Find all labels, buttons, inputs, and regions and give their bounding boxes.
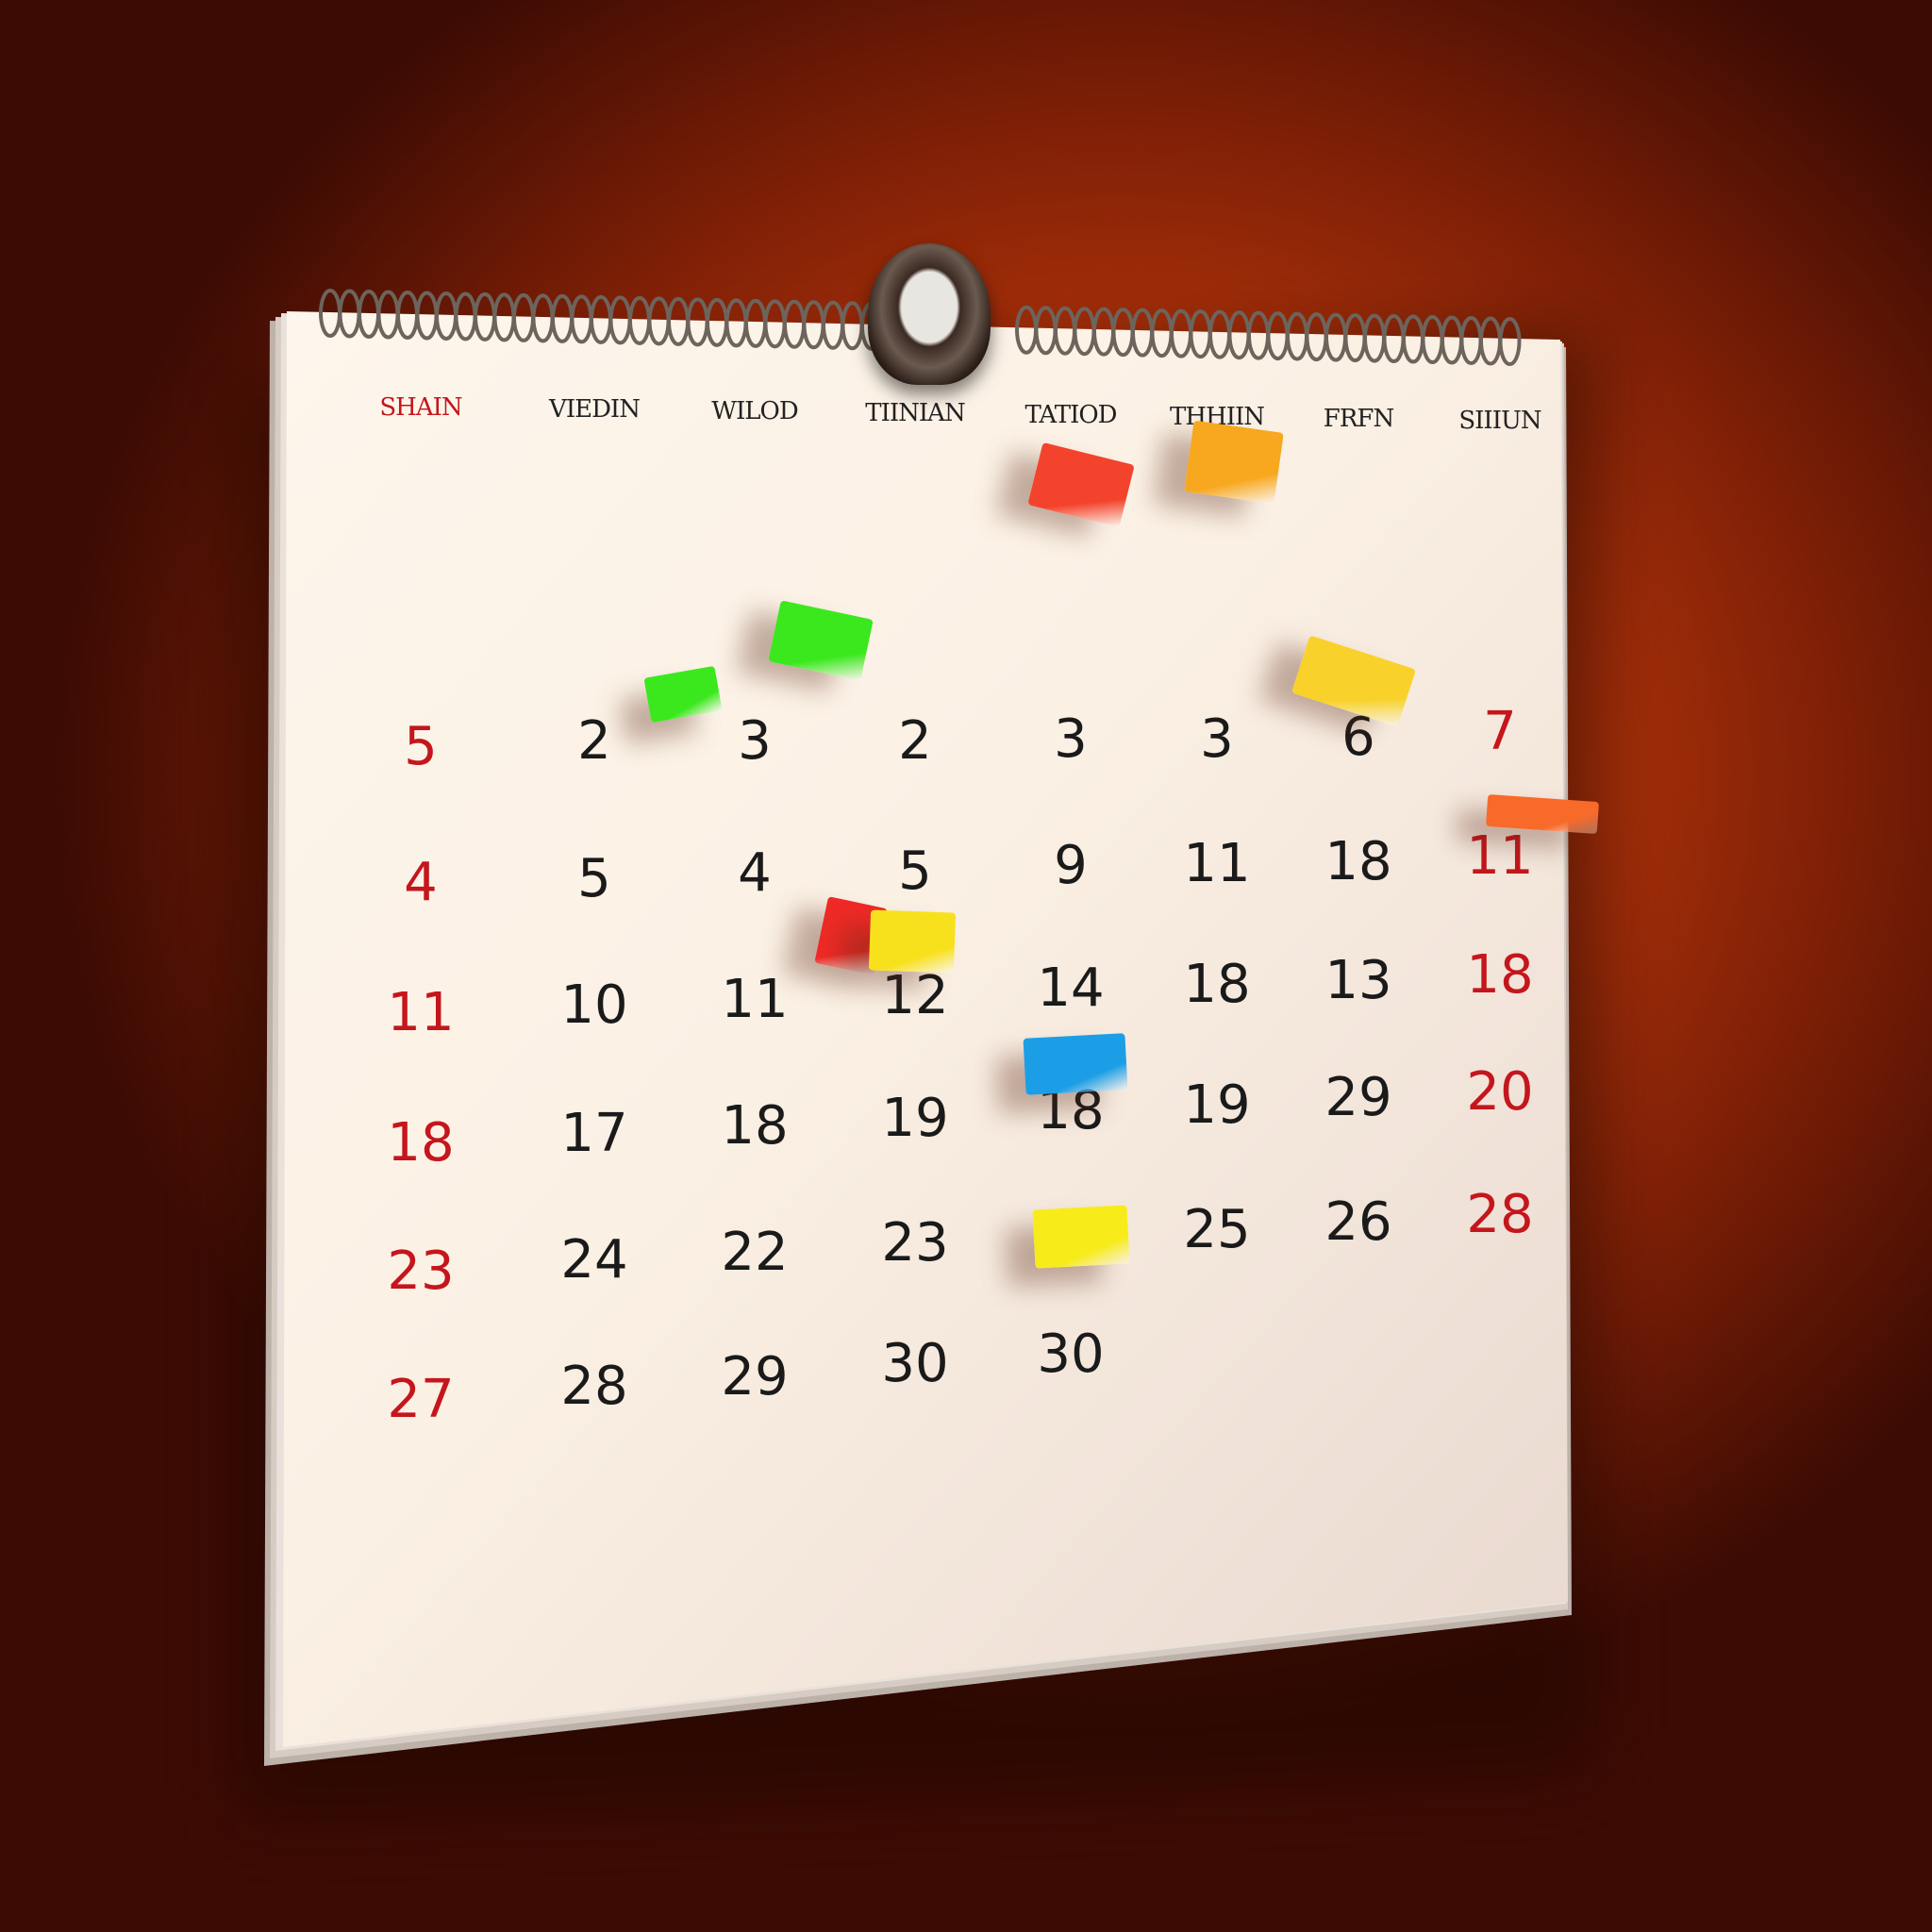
day-number: 17 [560,1103,628,1164]
day-number: 2 [898,710,932,772]
wall-calendar-scene: SHAIN VIEDIN WILOD TIINIAN TATIOD THHIIN FRFN S… [0,0,1932,1932]
day-number: 6 [1341,707,1375,768]
sticky-note [1184,420,1284,505]
sticky-note [868,909,957,974]
day-number: 11 [721,969,789,1030]
weekday-header: TIINIAN [865,399,965,427]
day-number: 14 [1037,958,1105,1019]
day-number: 20 [1466,1061,1534,1123]
calendar-page [283,311,1568,1747]
day-number: 10 [560,974,628,1036]
hanging-hook [868,243,991,385]
day-number: 29 [721,1346,789,1407]
sticky-note [1023,1033,1128,1095]
day-number: 13 [1324,950,1392,1011]
day-number: 11 [1466,825,1534,887]
day-number: 3 [1200,708,1234,770]
day-number: 18 [1183,954,1251,1015]
day-number: 25 [1183,1199,1251,1260]
day-number: 11 [1183,833,1251,894]
day-number: 22 [721,1222,789,1283]
weekday-header: SHAIN [379,393,462,422]
day-number: 19 [881,1088,949,1149]
day-number: 5 [404,716,438,777]
weekday-header: SIIIUN [1458,407,1541,435]
day-number: 18 [1466,944,1534,1006]
weekday-header: TATIOD [1024,401,1117,429]
sticky-note [1032,1205,1130,1269]
day-number: 19 [1183,1074,1251,1136]
day-number: 3 [1054,708,1088,770]
day-number: 28 [1466,1184,1534,1245]
day-number: 30 [1037,1324,1105,1385]
day-number: 24 [560,1229,628,1291]
day-number: 7 [1483,701,1517,762]
day-number: 23 [881,1212,949,1274]
day-number: 4 [738,842,772,904]
weekday-header: VIEDIN [549,395,641,424]
day-number: 4 [404,852,438,913]
day-number: 3 [738,710,772,772]
weekday-header: WILOD [711,397,798,425]
day-number: 5 [898,841,932,902]
day-number: 18 [721,1095,789,1157]
weekday-header: FRFN [1323,405,1394,433]
day-number: 18 [1324,831,1392,892]
day-number: 26 [1324,1191,1392,1253]
day-number: 12 [881,965,949,1026]
day-number: 2 [577,710,611,772]
day-number: 30 [881,1333,949,1394]
day-number: 18 [387,1112,455,1174]
day-number: 27 [387,1369,455,1430]
day-number: 9 [1054,835,1088,896]
day-number: 28 [560,1356,628,1417]
day-number: 23 [387,1241,455,1302]
day-number: 5 [577,848,611,909]
day-number: 29 [1324,1067,1392,1128]
day-number: 11 [387,982,455,1043]
